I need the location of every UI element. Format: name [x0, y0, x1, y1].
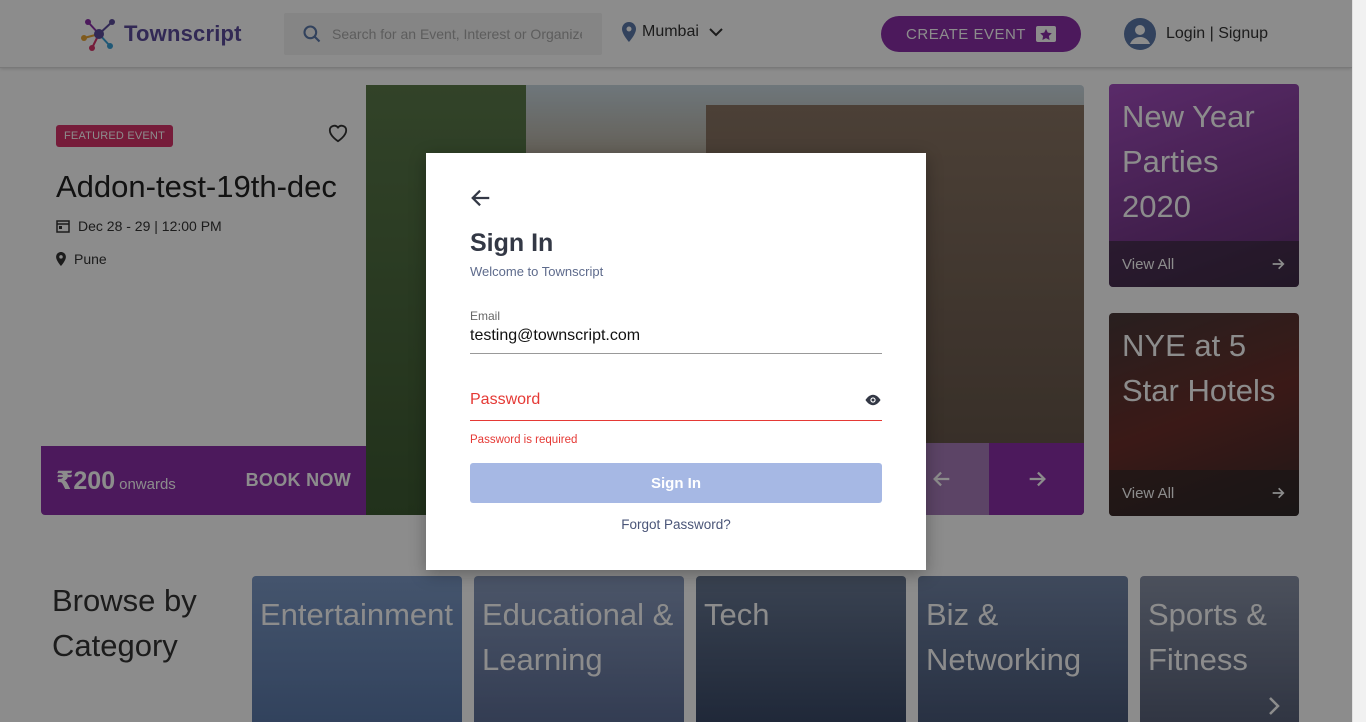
eye-icon[interactable] [864, 393, 882, 407]
password-field-wrap [470, 385, 882, 421]
email-field[interactable] [470, 323, 882, 354]
arrow-left-icon[interactable] [470, 187, 492, 209]
sign-in-button[interactable]: Sign In [470, 463, 882, 503]
forgot-password-link[interactable]: Forgot Password? [426, 517, 926, 532]
dialog-title: Sign In [470, 229, 554, 257]
sign-in-dialog: Sign In Welcome to Townscript Email Pass… [426, 153, 926, 570]
password-error: Password is required [470, 434, 578, 446]
password-field[interactable] [470, 385, 850, 409]
page-scrollbar[interactable] [1352, 0, 1366, 722]
dialog-subtitle: Welcome to Townscript [470, 264, 604, 279]
password-field-group [470, 385, 882, 421]
email-label: Email [470, 309, 501, 323]
email-field-group: Email [470, 309, 882, 354]
